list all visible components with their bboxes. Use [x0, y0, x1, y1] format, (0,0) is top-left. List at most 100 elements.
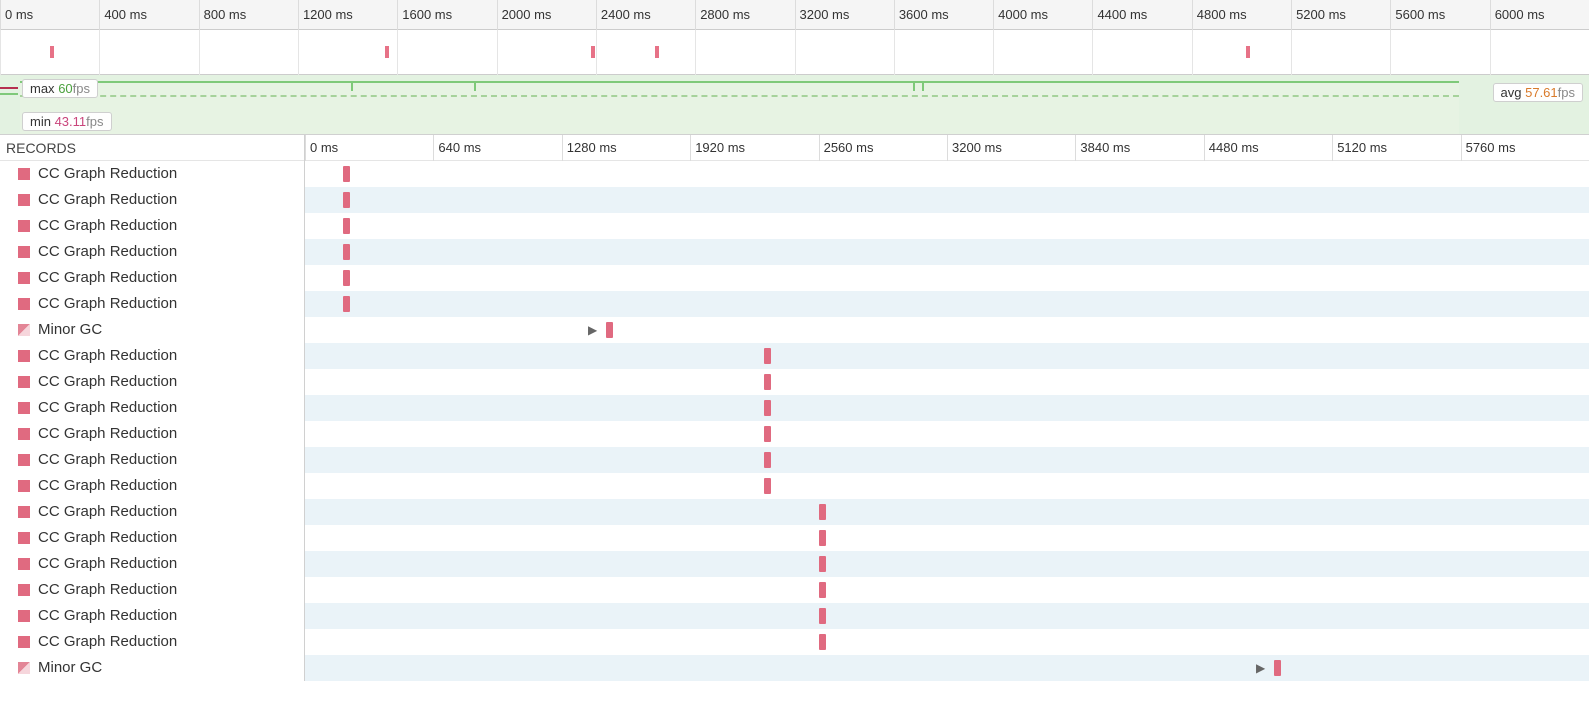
cc-swatch-icon [18, 584, 30, 596]
overview-gridline [1390, 30, 1391, 75]
overview-event-marker[interactable] [50, 46, 54, 58]
cc-event-chip[interactable] [764, 478, 771, 494]
fps-band: max 60fps min 43.11fps avg 57.61fps [0, 75, 1589, 135]
record-row-text: Minor GC [38, 317, 102, 343]
fps-dip [922, 81, 924, 91]
overview-gridline [497, 30, 498, 75]
overview-tick: 0 ms [0, 0, 33, 30]
cc-event-chip[interactable] [819, 530, 826, 546]
record-row-label[interactable]: CC Graph Reduction [0, 447, 304, 473]
overview-event-marker[interactable] [655, 46, 659, 58]
record-row-text: CC Graph Reduction [38, 421, 177, 447]
fps-dip [474, 81, 476, 91]
overview-event-marker[interactable] [385, 46, 389, 58]
records-ruler[interactable]: 0 ms640 ms1280 ms1920 ms2560 ms3200 ms38… [305, 135, 1589, 161]
record-timeline-row[interactable] [305, 551, 1589, 577]
cc-event-chip[interactable] [764, 374, 771, 390]
fps-max-label: max [30, 81, 55, 96]
overview-gridline [1291, 30, 1292, 75]
overview-tick: 3600 ms [894, 0, 949, 30]
record-row-label[interactable]: CC Graph Reduction [0, 473, 304, 499]
fps-min-value: 43.11 [55, 114, 87, 129]
cc-event-chip[interactable] [819, 634, 826, 650]
record-row-label[interactable]: CC Graph Reduction [0, 161, 304, 187]
record-timeline-row[interactable] [305, 499, 1589, 525]
overview-tick: 5600 ms [1390, 0, 1445, 30]
cc-event-chip[interactable] [343, 296, 350, 312]
cc-event-chip[interactable] [764, 452, 771, 468]
record-timeline-row[interactable] [305, 603, 1589, 629]
record-row-label[interactable]: CC Graph Reduction [0, 239, 304, 265]
cc-event-chip[interactable] [343, 192, 350, 208]
record-timeline-row[interactable] [305, 343, 1589, 369]
record-timeline-row[interactable] [305, 421, 1589, 447]
record-timeline-row[interactable] [305, 213, 1589, 239]
record-timeline-row[interactable] [305, 577, 1589, 603]
overview-tick: 400 ms [99, 0, 147, 30]
record-timeline-row[interactable]: ▶ [305, 655, 1589, 681]
cc-event-chip[interactable] [764, 400, 771, 416]
record-row-label[interactable]: CC Graph Reduction [0, 525, 304, 551]
record-timeline-row[interactable] [305, 239, 1589, 265]
record-timeline-row[interactable] [305, 473, 1589, 499]
record-row-label[interactable]: CC Graph Reduction [0, 551, 304, 577]
overview-gridline [199, 30, 200, 75]
overview-tick: 4800 ms [1192, 0, 1247, 30]
cc-event-chip[interactable] [764, 426, 771, 442]
record-timeline-row[interactable]: ▶ [305, 317, 1589, 343]
record-row-text: CC Graph Reduction [38, 343, 177, 369]
record-timeline-row[interactable] [305, 291, 1589, 317]
cc-event-chip[interactable] [343, 270, 350, 286]
records-tick: 1280 ms [562, 135, 617, 161]
overview-event-marker[interactable] [1246, 46, 1250, 58]
cc-event-chip[interactable] [343, 244, 350, 260]
record-row-label[interactable]: CC Graph Reduction [0, 213, 304, 239]
cc-swatch-icon [18, 454, 30, 466]
record-row-text: CC Graph Reduction [38, 161, 177, 187]
expand-chevron-icon[interactable]: ▶ [1256, 661, 1265, 675]
record-row-label[interactable]: CC Graph Reduction [0, 395, 304, 421]
record-timeline-row[interactable] [305, 395, 1589, 421]
cc-event-chip[interactable] [819, 556, 826, 572]
record-timeline-row[interactable] [305, 187, 1589, 213]
record-row-label[interactable]: CC Graph Reduction [0, 291, 304, 317]
cc-event-chip[interactable] [343, 166, 350, 182]
record-row-text: Minor GC [38, 655, 102, 681]
record-timeline-row[interactable] [305, 525, 1589, 551]
record-row-label[interactable]: CC Graph Reduction [0, 577, 304, 603]
record-timeline-row[interactable] [305, 447, 1589, 473]
record-row-label[interactable]: CC Graph Reduction [0, 187, 304, 213]
record-row-label[interactable]: CC Graph Reduction [0, 421, 304, 447]
records-timeline[interactable]: 0 ms640 ms1280 ms1920 ms2560 ms3200 ms38… [305, 135, 1589, 681]
minor-gc-event-chip[interactable] [1274, 660, 1281, 676]
expand-chevron-icon[interactable]: ▶ [588, 323, 597, 337]
minor-gc-event-chip[interactable] [606, 322, 613, 338]
overview-event-marker[interactable] [591, 46, 595, 58]
record-row-label[interactable]: CC Graph Reduction [0, 265, 304, 291]
record-row-label[interactable]: CC Graph Reduction [0, 629, 304, 655]
overview-tick: 2000 ms [497, 0, 552, 30]
cc-swatch-icon [18, 610, 30, 622]
cc-event-chip[interactable] [819, 504, 826, 520]
record-row-label[interactable]: CC Graph Reduction [0, 603, 304, 629]
overview-tick: 4000 ms [993, 0, 1048, 30]
cc-event-chip[interactable] [343, 218, 350, 234]
record-row-label[interactable]: Minor GC [0, 317, 304, 343]
overview-gridline [397, 30, 398, 75]
record-timeline-row[interactable] [305, 265, 1589, 291]
cc-swatch-icon [18, 298, 30, 310]
cc-event-chip[interactable] [819, 582, 826, 598]
cc-event-chip[interactable] [819, 608, 826, 624]
fps-avg-value: 57.61 [1525, 85, 1558, 100]
record-row-label[interactable]: CC Graph Reduction [0, 343, 304, 369]
record-row-label[interactable]: CC Graph Reduction [0, 369, 304, 395]
overview-timeline[interactable]: 0 ms400 ms800 ms1200 ms1600 ms2000 ms240… [0, 0, 1589, 75]
record-row-label[interactable]: Minor GC [0, 655, 304, 681]
record-timeline-row[interactable] [305, 369, 1589, 395]
cc-event-chip[interactable] [764, 348, 771, 364]
record-timeline-row[interactable] [305, 161, 1589, 187]
record-timeline-row[interactable] [305, 629, 1589, 655]
overview-ruler[interactable]: 0 ms400 ms800 ms1200 ms1600 ms2000 ms240… [0, 0, 1589, 30]
records-tick: 640 ms [433, 135, 481, 161]
record-row-label[interactable]: CC Graph Reduction [0, 499, 304, 525]
